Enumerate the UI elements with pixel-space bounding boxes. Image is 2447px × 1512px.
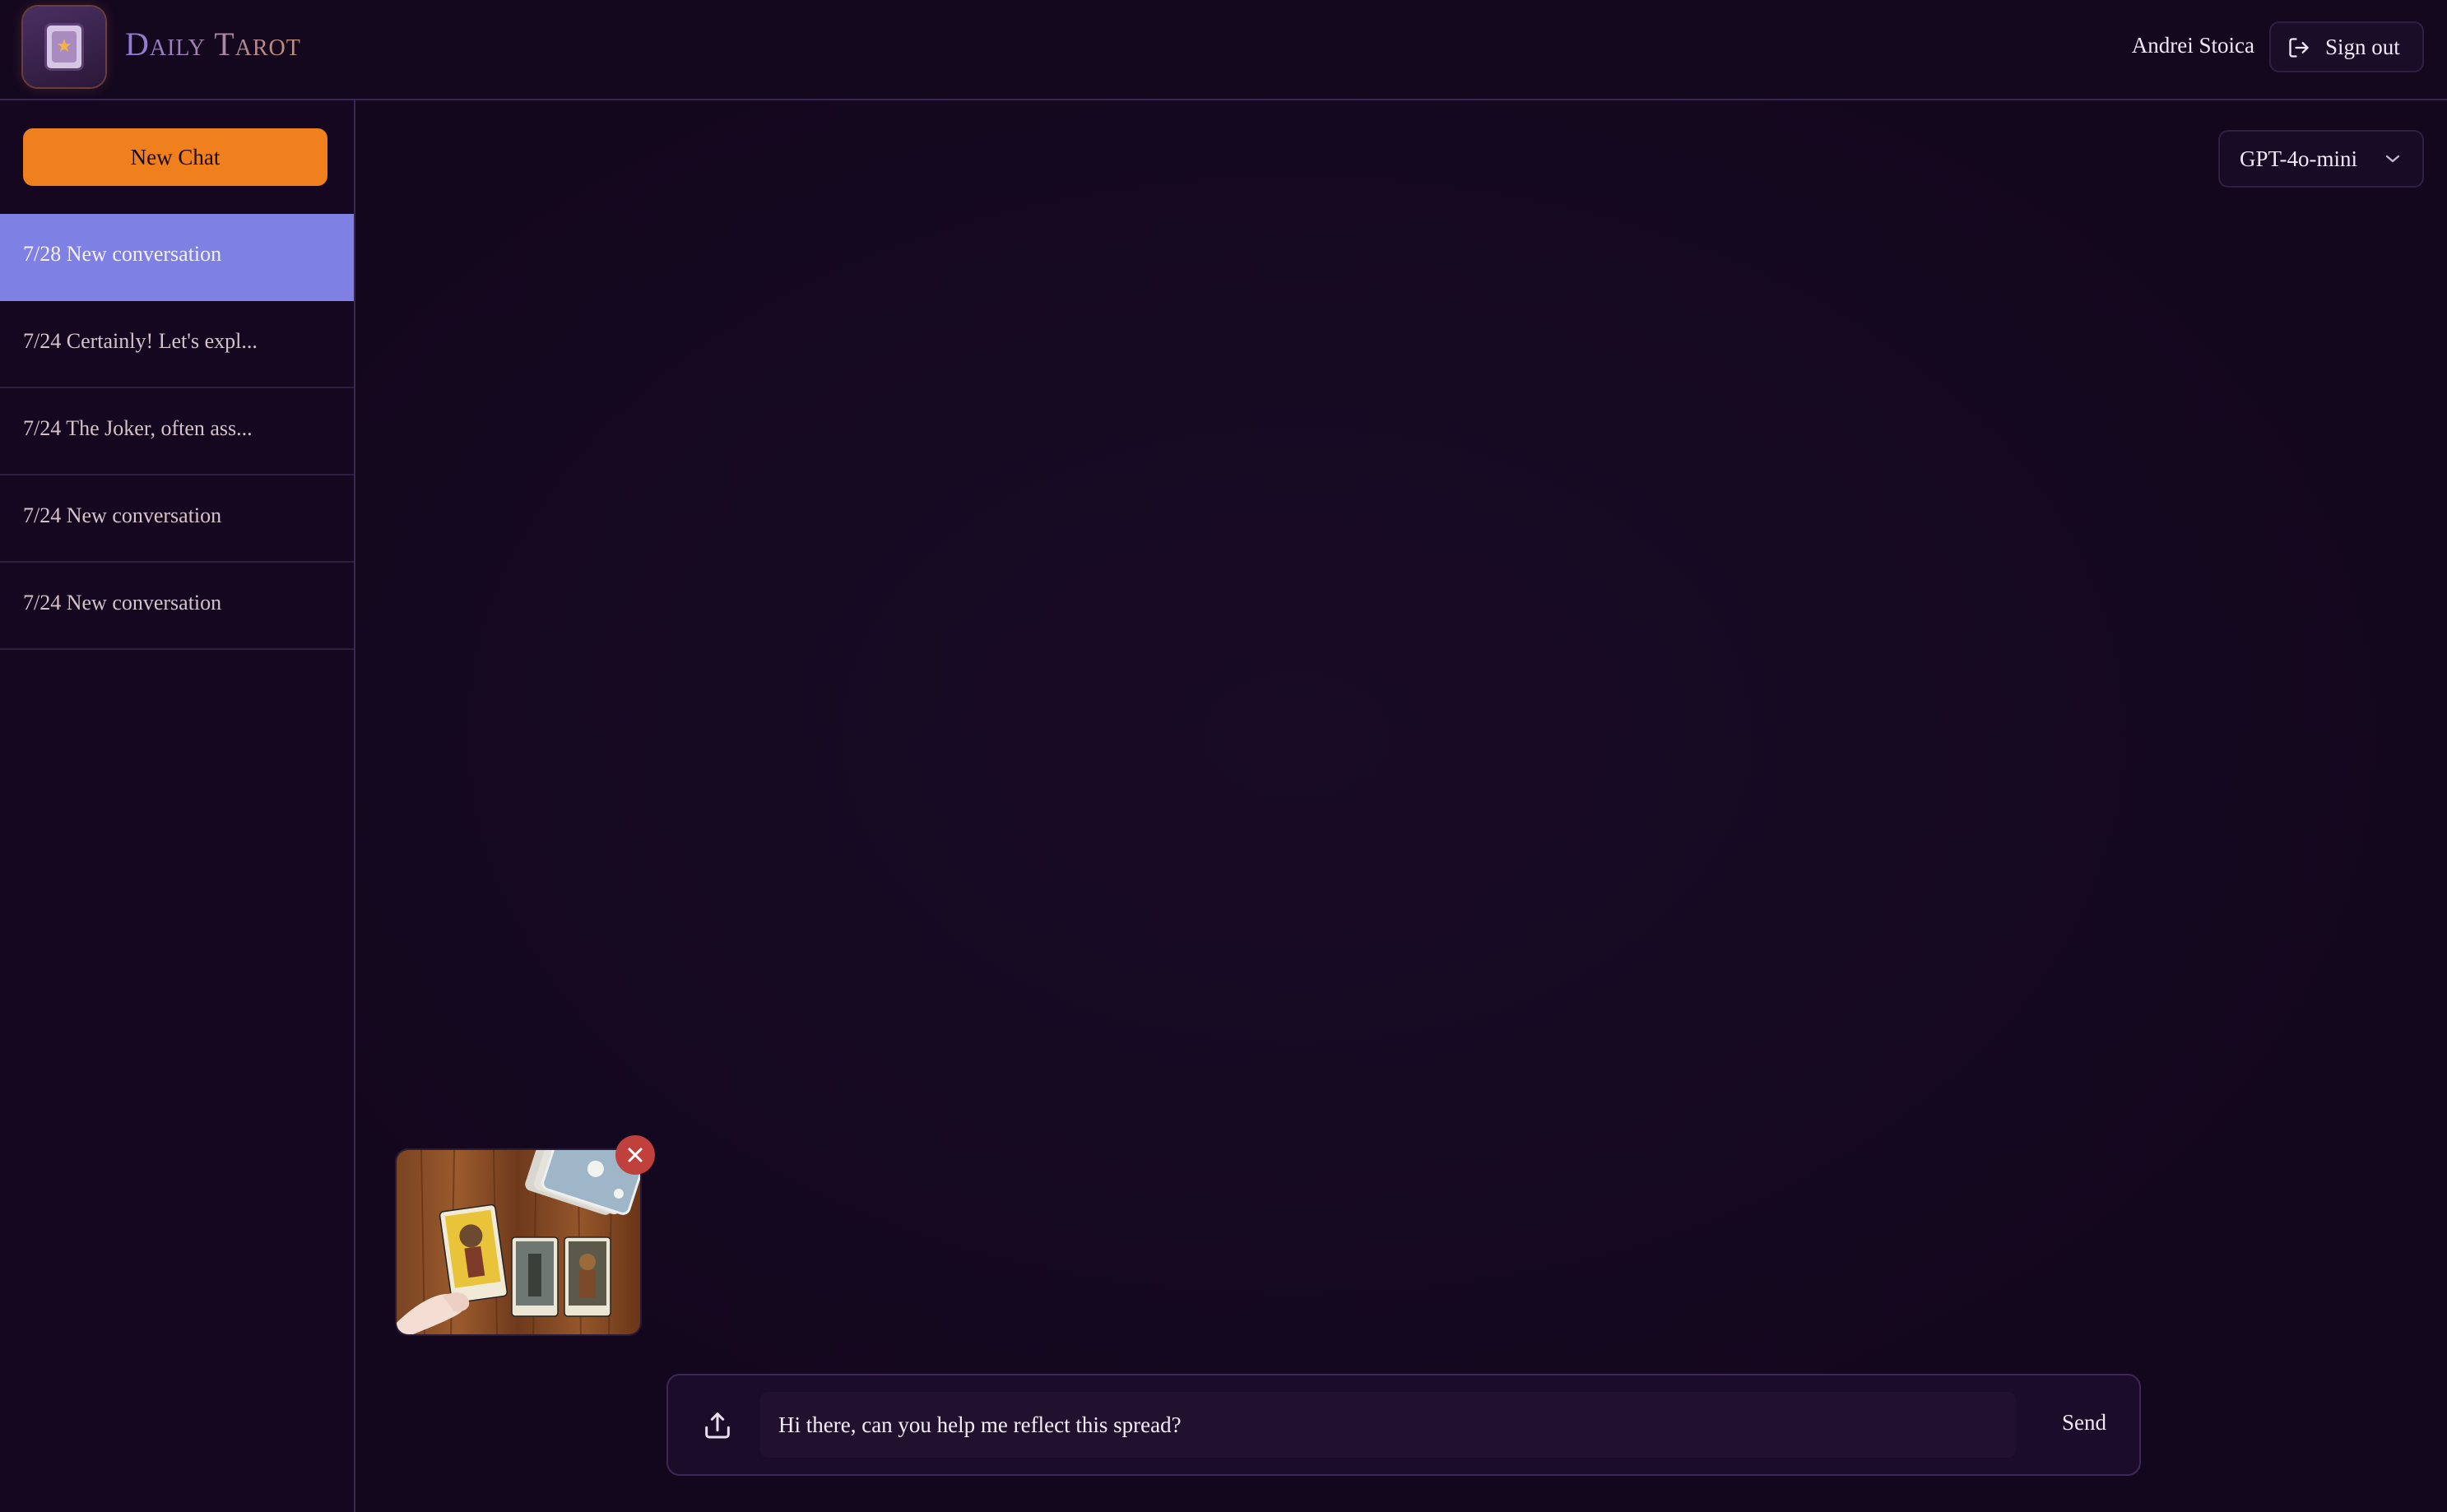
message-input[interactable] [760, 1392, 2016, 1458]
app-logo[interactable]: ★ [23, 7, 105, 87]
conversation-item[interactable]: 7/24 The Joker, often ass... [0, 388, 354, 475]
sign-out-button[interactable]: Sign out [2269, 21, 2424, 72]
attachment-preview[interactable] [397, 1150, 640, 1334]
conversation-label: 7/28 New conversation [23, 242, 222, 266]
tarot-card-icon: ★ [44, 23, 84, 71]
conversation-list: 7/28 New conversation 7/24 Certainly! Le… [0, 214, 354, 650]
message-composer: Send [666, 1374, 2141, 1476]
conversation-item[interactable]: 7/24 New conversation [0, 563, 354, 650]
conversation-label: 7/24 The Joker, often ass... [23, 416, 253, 440]
sidebar: New Chat 7/28 New conversation 7/24 Cert… [0, 100, 355, 1512]
model-select-value: GPT-4o-mini [2240, 146, 2358, 171]
star-icon: ★ [52, 31, 77, 63]
app-title: Daily Tarot [125, 26, 301, 63]
conversation-label: 7/24 Certainly! Let's expl... [23, 329, 258, 353]
model-select[interactable]: GPT-4o-mini [2218, 130, 2424, 188]
sign-out-icon [2289, 38, 2309, 58]
app-header: ★ Daily Tarot Andrei Stoica Sign out [0, 0, 2447, 100]
conversation-item[interactable]: 7/24 Certainly! Let's expl... [0, 301, 354, 388]
chevron-down-icon [2385, 155, 2400, 163]
close-icon [628, 1148, 643, 1162]
conversation-label: 7/24 New conversation [23, 503, 222, 527]
user-name: Andrei Stoica [2131, 33, 2254, 58]
sign-out-label: Sign out [2325, 35, 2400, 59]
conversation-item-active[interactable]: 7/28 New conversation [0, 214, 354, 301]
remove-attachment-button[interactable] [615, 1135, 655, 1175]
conversation-item[interactable]: 7/24 New conversation [0, 475, 354, 563]
send-button[interactable]: Send [2062, 1410, 2106, 1435]
upload-icon[interactable] [701, 1408, 734, 1441]
conversation-label: 7/24 New conversation [23, 591, 222, 615]
chat-main: GPT-4o-mini Hi there, can you help me re… [355, 100, 2447, 1512]
tarot-spread-photo [397, 1150, 640, 1334]
new-chat-button[interactable]: New Chat [23, 128, 327, 186]
